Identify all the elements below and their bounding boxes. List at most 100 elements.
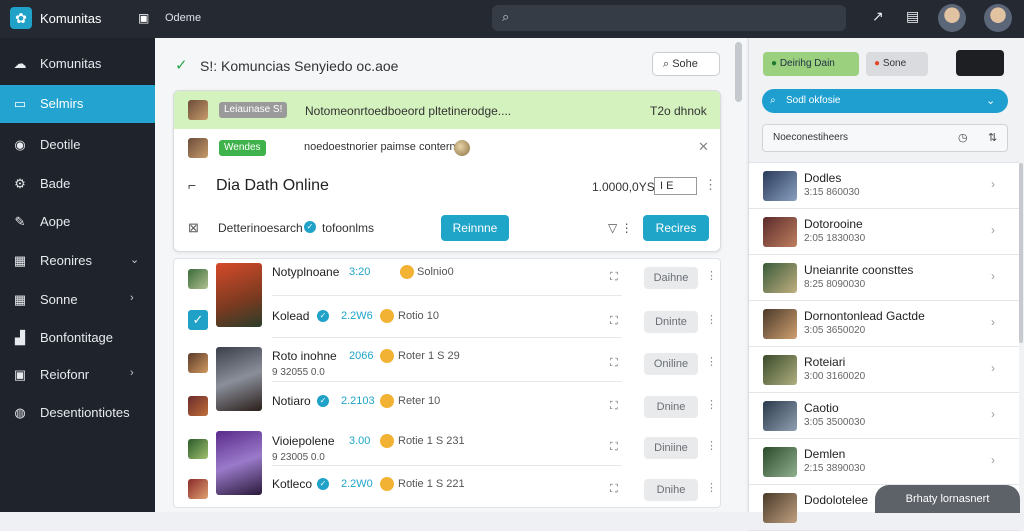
- expand-icon[interactable]: ⛶: [610, 400, 618, 413]
- app-logo-icon[interactable]: ✿: [10, 7, 32, 29]
- online-button[interactable]: Diniine: [644, 437, 698, 459]
- more-icon[interactable]: ⋮: [706, 355, 717, 368]
- expand-icon[interactable]: ⛶: [610, 271, 618, 284]
- filter-icon[interactable]: ▽ ⋮: [608, 221, 633, 235]
- avatar: [763, 355, 797, 385]
- expand-icon[interactable]: ⛶: [610, 441, 618, 454]
- list-item[interactable]: Dodles 3:15 860030 ›: [749, 163, 1019, 209]
- item-text: Reter 10: [398, 395, 441, 407]
- expand-icon[interactable]: ⛶: [610, 357, 618, 370]
- sidebar-item-label: Aope: [40, 214, 71, 229]
- sidebar-item-desentiontiotes[interactable]: ◍ Desentiontiotes: [0, 394, 155, 432]
- filter-chip-active[interactable]: ● Deirihg Dain: [763, 52, 859, 76]
- sidebar-item-komunitas[interactable]: ☁ Komunitas: [0, 45, 155, 83]
- search-bar[interactable]: ⌕: [492, 5, 846, 31]
- sidebar-item-label: Desentiontiotes: [40, 405, 130, 420]
- more-icon[interactable]: ⋮: [706, 269, 717, 282]
- list-item[interactable]: Demlen 2:15 3890030 ›: [749, 439, 1019, 485]
- item-thumbnail: [188, 353, 208, 373]
- row-thumbnail: [188, 138, 208, 158]
- item-thumbnail: [188, 396, 208, 416]
- list-item[interactable]: Notiaro ✓ 2.2103 Reter 10 ⛶ Dnine ⋮: [174, 386, 720, 428]
- list-item[interactable]: Caotio 3:05 3500030 ›: [749, 393, 1019, 439]
- primary-button[interactable]: Reinnne: [441, 215, 509, 241]
- item-name: Dodles: [804, 171, 842, 185]
- list-item[interactable]: Roto inohne 2066 Roter 1 S 29 9 32055 0.…: [174, 343, 720, 385]
- detail-sub: tofoonlms: [322, 221, 375, 235]
- emoji-icon: [380, 394, 394, 408]
- chat-toast[interactable]: Brhaty lornasnert: [875, 485, 1020, 513]
- more-icon[interactable]: ⋮: [706, 481, 717, 494]
- friends-avatars[interactable]: [956, 50, 1004, 76]
- doc-status: Odeme: [165, 12, 202, 24]
- detail-label: Detterinoesarch: [218, 221, 303, 235]
- scrollbar[interactable]: [1019, 163, 1023, 343]
- bag-icon[interactable]: ▤: [906, 8, 919, 25]
- category-select[interactable]: ⌕ Sodl okfosie ⌄: [762, 89, 1008, 113]
- search-button[interactable]: ⌕ Sohe: [652, 52, 720, 76]
- item-thumbnail: [188, 269, 208, 289]
- more-icon[interactable]: ⋮: [704, 177, 717, 193]
- sidebar-item-selmirs[interactable]: ▭ Selmirs: [0, 85, 155, 123]
- list-item[interactable]: Roteiari 3:00 3160020 ›: [749, 347, 1019, 393]
- panel-icon: ▦: [13, 253, 27, 268]
- sort-icon[interactable]: ⇅: [988, 125, 997, 151]
- select-value: Sodl okfosie: [786, 95, 841, 106]
- checkbox-checked[interactable]: ✓: [188, 310, 208, 330]
- list-item[interactable]: Vioiepolene 3.00 Rotie 1 S 231 9 23005 0…: [174, 427, 720, 469]
- online-button[interactable]: Dnine: [644, 396, 698, 418]
- expand-icon[interactable]: ⛶: [610, 315, 618, 328]
- item-name: Notiaro: [272, 394, 311, 408]
- item-score: 2066: [349, 350, 374, 362]
- profile-avatar[interactable]: [984, 4, 1012, 32]
- item-score: 2.2103: [341, 395, 375, 407]
- sidebar-item-bade[interactable]: ⚙ Bade: [0, 165, 155, 203]
- sidebar-item-bonfontitage[interactable]: ▟ Bonfontitage: [0, 319, 155, 357]
- more-icon[interactable]: ⋮: [706, 439, 717, 452]
- close-icon[interactable]: ✕: [698, 139, 709, 155]
- status-badge: Wendes: [219, 140, 266, 156]
- search-icon: ⌕: [770, 95, 776, 106]
- expand-icon[interactable]: ⛶: [610, 483, 618, 496]
- secondary-button[interactable]: Recires: [643, 215, 709, 241]
- more-icon[interactable]: ⋮: [706, 398, 717, 411]
- online-button[interactable]: Daihne: [644, 267, 698, 289]
- list-item[interactable]: Kotleco ✓ 2.2W0 Rotie 1 S 221 ⛶ Dnihe ⋮: [174, 469, 720, 511]
- avatar: [763, 447, 797, 477]
- doc-icon[interactable]: ▣: [138, 11, 149, 25]
- chip-label: Sone: [882, 58, 907, 69]
- card-number: 1.0000,0YS: [592, 180, 655, 194]
- online-button[interactable]: Dnihe: [644, 479, 698, 501]
- list-item[interactable]: Dornontonlead Gactde 3:05 3650020 ›: [749, 301, 1019, 347]
- chevron-right-icon: ›: [991, 407, 995, 421]
- emoji-icon: [380, 349, 394, 363]
- more-icon[interactable]: ⋮: [706, 313, 717, 326]
- list-item[interactable]: Dotorooine 2:05 1830030 ›: [749, 209, 1019, 255]
- list-item[interactable]: Uneianrite coonsttes 8:25 8090030 ›: [749, 255, 1019, 301]
- bookmark-icon: ⌐: [188, 177, 197, 193]
- item-subtext: 9 32055 0.0: [272, 367, 325, 378]
- sidebar-item-aope[interactable]: ✎ Aope: [0, 203, 155, 241]
- filter-chip[interactable]: ● Sone: [866, 52, 928, 76]
- view-toggle[interactable]: I E: [654, 177, 697, 195]
- sidebar-item-deotile[interactable]: ◉ Deotile: [0, 126, 155, 164]
- sidebar-item-label: Sonne: [40, 292, 78, 307]
- notification-banner[interactable]: Leiaunase S! Notomeonrtoedboeord pltetin…: [174, 91, 720, 129]
- share-icon[interactable]: ↗: [872, 8, 884, 25]
- item-subtext: 9 23005 0.0: [272, 452, 325, 463]
- sidebar-item-reonires[interactable]: ▦ Reonires ⌄: [0, 242, 155, 280]
- online-button[interactable]: Dninte: [644, 311, 698, 333]
- sidebar-item-sonne[interactable]: ▦ Sonne ›: [0, 281, 155, 319]
- item-text: Roter 1 S 29: [398, 350, 460, 362]
- sidebar-item-reiofonr[interactable]: ▣ Reiofonr ›: [0, 356, 155, 394]
- search-input[interactable]: Noeconestiheers ◷ ⇅: [762, 124, 1008, 152]
- chevron-right-icon: ›: [991, 223, 995, 237]
- scrollbar[interactable]: [735, 42, 742, 102]
- search-icon: ⌕: [663, 58, 673, 70]
- clock-icon[interactable]: ◷: [958, 125, 968, 151]
- online-button[interactable]: Oniline: [644, 353, 698, 375]
- avatar: [763, 401, 797, 431]
- item-name: Dodolotelee: [804, 493, 869, 507]
- sidebar-item-label: Reiofonr: [40, 367, 90, 382]
- user-avatar[interactable]: [938, 4, 966, 32]
